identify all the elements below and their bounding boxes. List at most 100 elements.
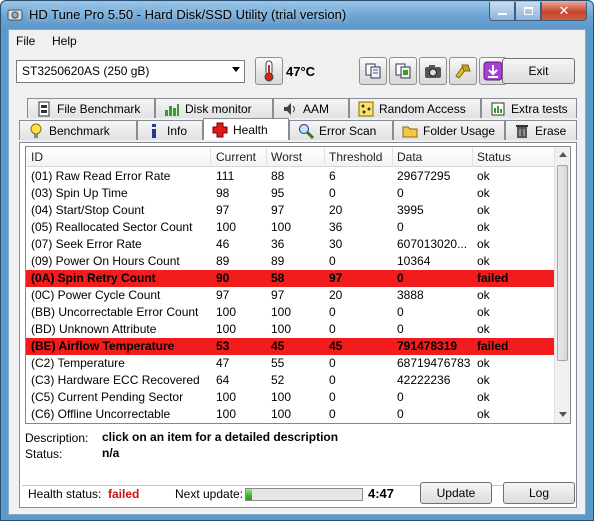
cell-current: 89 xyxy=(216,254,230,268)
column-divider[interactable] xyxy=(266,147,267,167)
minimize-button[interactable] xyxy=(489,2,515,21)
cell-status: ok xyxy=(477,220,490,234)
cell-worst: 45 xyxy=(271,339,285,353)
cell-current: 90 xyxy=(216,271,230,285)
cell-status: ok xyxy=(477,356,490,370)
cell-worst: 100 xyxy=(271,407,292,421)
cell-status: ok xyxy=(477,203,490,217)
exit-button[interactable]: Exit xyxy=(502,58,575,84)
temperature-readout: 47°C xyxy=(286,64,316,79)
close-icon: ✕ xyxy=(558,3,570,18)
close-button[interactable]: ✕ xyxy=(541,2,587,21)
cell-worst: 100 xyxy=(271,390,292,404)
cell-current: 64 xyxy=(216,373,230,387)
maximize-button[interactable] xyxy=(515,2,541,21)
random-access-icon xyxy=(358,101,374,116)
cell-data: 0 xyxy=(397,305,404,319)
next-update-label: Next update: xyxy=(175,487,244,501)
column-header-id[interactable]: ID xyxy=(31,150,43,164)
cell-current: 111 xyxy=(216,169,235,183)
tab-folder-usage[interactable]: Folder Usage xyxy=(393,120,505,140)
title-bar[interactable]: HD Tune Pro 5.50 - Hard Disk/SSD Utility… xyxy=(1,1,593,29)
cell-threshold: 36 xyxy=(329,220,343,234)
table-row[interactable]: (03) Spin Up Time 98 95 0 0 ok xyxy=(26,185,556,202)
status-label: Status: xyxy=(25,447,63,461)
table-row[interactable]: (C3) Hardware ECC Recovered 64 52 0 42222236… xyxy=(26,372,556,389)
scroll-up-icon[interactable] xyxy=(559,152,567,157)
update-button[interactable]: Update xyxy=(420,482,492,504)
tab-disk-monitor[interactable]: Disk monitor xyxy=(155,98,273,118)
column-divider[interactable] xyxy=(324,147,325,167)
table-row[interactable]: (0C) Power Cycle Count 97 97 20 3888 ok xyxy=(26,287,556,304)
cell-data: 791478319 xyxy=(397,339,458,353)
menu-help[interactable]: Help xyxy=(52,34,77,48)
cell-worst: 89 xyxy=(271,254,285,268)
temperature-button[interactable] xyxy=(255,57,283,85)
menu-file[interactable]: File xyxy=(16,34,35,48)
tab-health[interactable]: Health xyxy=(203,118,289,140)
table-row-failed[interactable]: (BE) Airflow Temperature 53 45 45 791478319 f… xyxy=(26,338,556,355)
table-row[interactable]: (BD) Unknown Attribute 100 100 0 0 ok xyxy=(26,321,556,338)
cell-data: 0 xyxy=(397,186,404,200)
cell-data: 42222236 xyxy=(397,373,451,387)
cell-threshold: 0 xyxy=(329,407,336,421)
table-row[interactable]: (BB) Uncorrectable Error Count 100 100 0 0 ok xyxy=(26,304,556,321)
cell-worst: 95 xyxy=(271,186,285,200)
screenshot-button[interactable] xyxy=(419,57,447,85)
scrollbar-thumb[interactable] xyxy=(557,165,568,361)
table-row[interactable]: (04) Start/Stop Count 97 97 20 3995 ok xyxy=(26,202,556,219)
column-divider[interactable] xyxy=(392,147,393,167)
cell-data: 68719476783 xyxy=(397,356,470,370)
column-header-threshold[interactable]: Threshold xyxy=(329,150,382,164)
table-row-failed[interactable]: (0A) Spin Retry Count 90 58 97 0 failed xyxy=(26,270,556,287)
options-button[interactable] xyxy=(449,57,477,85)
health-status-value: failed xyxy=(108,487,140,501)
log-button[interactable]: Log xyxy=(503,482,575,504)
table-row[interactable]: (C5) Current Pending Sector 100 100 0 0 ok xyxy=(26,389,556,406)
table-row[interactable]: (05) Reallocated Sector Count 100 100 36 0 ok xyxy=(26,219,556,236)
thermometer-icon xyxy=(264,60,274,82)
cell-status: ok xyxy=(477,407,490,421)
cell-id: (04) Start/Stop Count xyxy=(31,203,145,217)
drive-select[interactable]: ST3250620AS (250 gB) xyxy=(16,60,245,83)
column-header-data[interactable]: Data xyxy=(397,150,422,164)
column-header-worst[interactable]: Worst xyxy=(271,150,302,164)
cell-data: 0 xyxy=(397,271,404,285)
table-row[interactable]: (01) Raw Read Error Rate 111 88 6 29677295 ok xyxy=(26,168,556,185)
table-row[interactable]: (C6) Offline Uncorrectable 100 100 0 0 ok xyxy=(26,406,556,423)
copy-button[interactable] xyxy=(359,57,387,85)
toolbar: ST3250620AS (250 gB) 47°C Exit xyxy=(9,52,585,94)
tab-error-scan[interactable]: Error Scan xyxy=(289,120,393,140)
scroll-down-icon[interactable] xyxy=(559,412,567,417)
folder-icon xyxy=(402,126,418,137)
tab-extra-tests[interactable]: Extra tests xyxy=(481,98,577,118)
tab-info[interactable]: Info xyxy=(137,120,203,140)
tab-benchmark[interactable]: Benchmark xyxy=(19,120,137,140)
cell-worst: 52 xyxy=(271,373,285,387)
column-header-status[interactable]: Status xyxy=(477,150,511,164)
tab-label: Random Access xyxy=(379,101,466,116)
smart-attributes-table[interactable]: ID Current Worst Threshold Data Status (… xyxy=(25,146,571,424)
cell-current: 97 xyxy=(216,288,230,302)
tab-random-access[interactable]: Random Access xyxy=(349,98,481,118)
column-divider[interactable] xyxy=(210,147,211,167)
benchmark-bulb-icon xyxy=(30,123,42,138)
cell-current: 100 xyxy=(216,305,237,319)
column-divider[interactable] xyxy=(472,147,473,167)
tab-file-benchmark[interactable]: File Benchmark xyxy=(27,98,155,118)
cell-id: (BB) Uncorrectable Error Count xyxy=(31,305,199,319)
cell-worst: 36 xyxy=(271,237,285,251)
description-value: click on an item for a detailed descript… xyxy=(102,430,339,444)
copy-info-button[interactable] xyxy=(389,57,417,85)
table-row[interactable]: (09) Power On Hours Count 89 89 0 10364 ok xyxy=(26,253,556,270)
table-row[interactable]: (C2) Temperature 47 55 0 68719476783 ok xyxy=(26,355,556,372)
tab-aam[interactable]: AAM xyxy=(273,98,349,118)
cell-threshold: 30 xyxy=(329,237,343,251)
status-value: n/a xyxy=(102,446,120,460)
tab-erase[interactable]: Erase xyxy=(505,120,577,140)
vertical-scrollbar[interactable] xyxy=(554,147,570,423)
table-row[interactable]: (07) Seek Error Rate 46 36 30 607013020... ok xyxy=(26,236,556,253)
column-header-current[interactable]: Current xyxy=(216,150,256,164)
cell-status: ok xyxy=(477,322,490,336)
cell-worst: 100 xyxy=(271,305,292,319)
